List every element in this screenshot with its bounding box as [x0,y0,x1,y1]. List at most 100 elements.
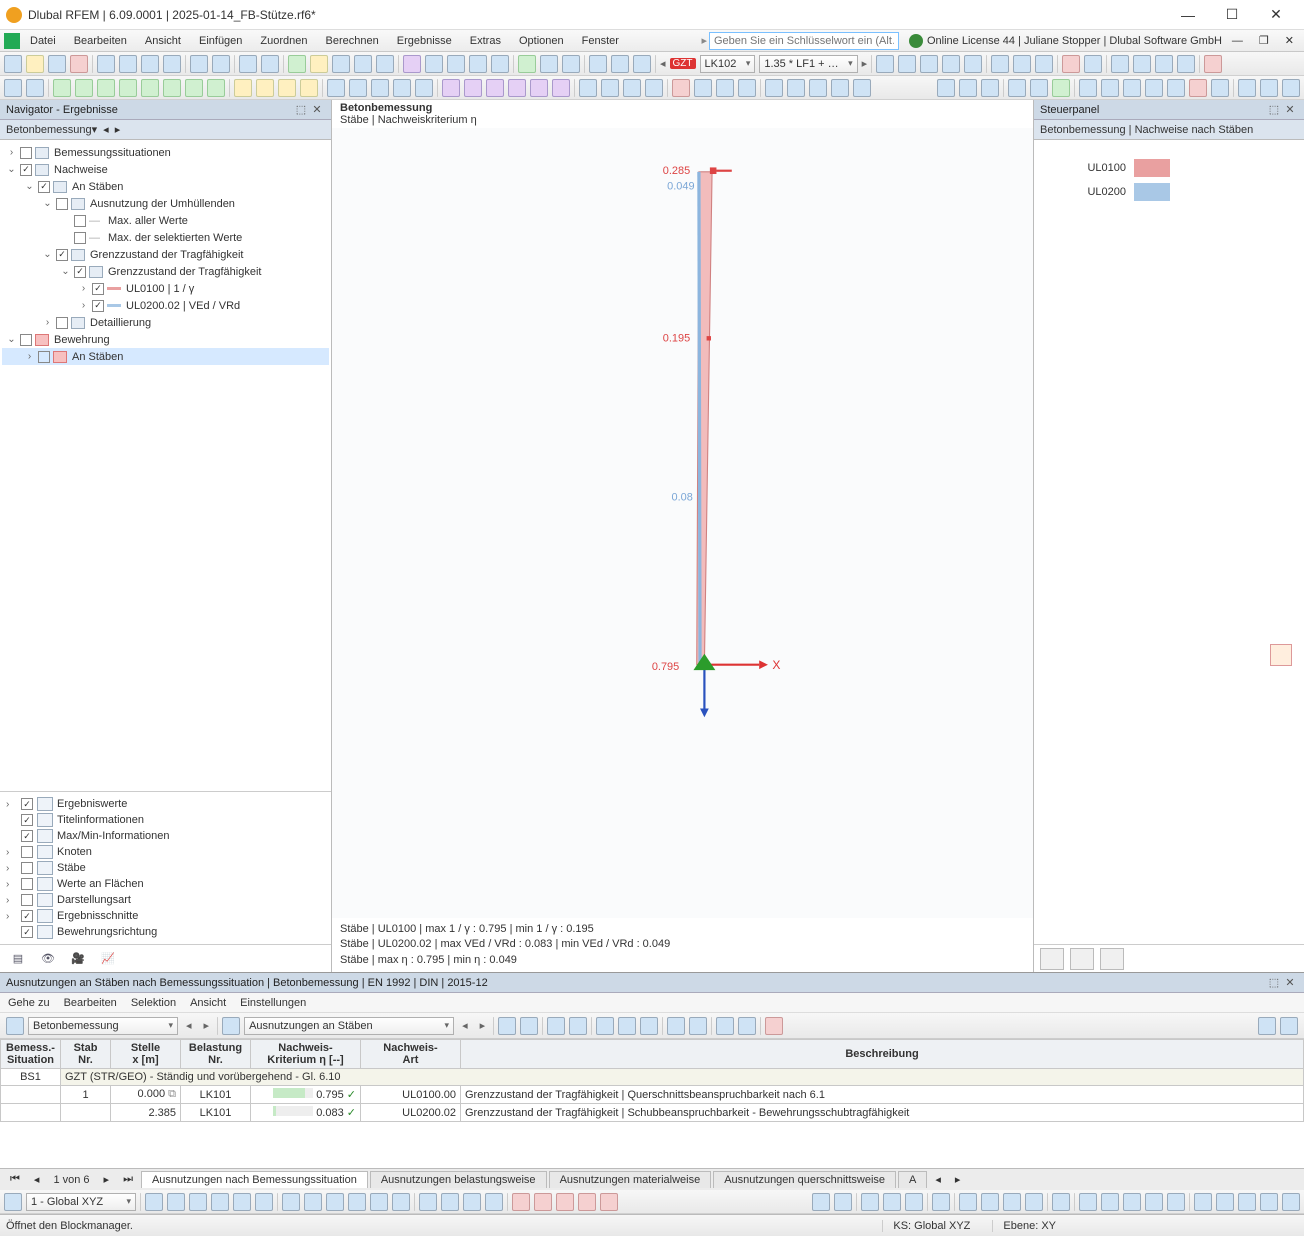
br-19[interactable] [1238,1193,1256,1211]
tool-j[interactable] [376,55,394,73]
tool-save[interactable] [48,55,66,73]
tt-e[interactable] [596,1017,614,1035]
clipboard-icon[interactable] [1270,644,1292,666]
option-label[interactable]: Darstellungsart [57,894,131,906]
t2-d[interactable] [75,79,93,97]
t2-r5[interactable] [1030,79,1048,97]
th-situation[interactable]: Bemess.-Situation [1,1040,61,1069]
tt-prev[interactable]: ◂ [182,1019,196,1032]
t2-ak[interactable] [831,79,849,97]
tree-item[interactable]: UL0200.02 | VEd / VRd [124,300,240,312]
br-11[interactable] [1052,1193,1070,1211]
br-7[interactable] [959,1193,977,1211]
tool-u9[interactable] [1062,55,1080,73]
checkbox[interactable] [38,351,50,363]
tool-p[interactable] [540,55,558,73]
t2-r14[interactable] [1238,79,1256,97]
br-18[interactable] [1216,1193,1234,1211]
tm-gehezu[interactable]: Gehe zu [8,997,50,1009]
br-2[interactable] [834,1193,852,1211]
t2-r11[interactable] [1167,79,1185,97]
tm-einstellungen[interactable]: Einstellungen [240,997,306,1009]
tab-situation[interactable]: Ausnutzungen nach Bemessungssituation [141,1171,368,1188]
t2-k[interactable] [234,79,252,97]
t2-ag[interactable] [738,79,756,97]
tool-t[interactable] [633,55,651,73]
bt-18[interactable] [534,1193,552,1211]
results-table[interactable]: Bemess.-Situation StabNr. Stellex [m] Be… [0,1039,1304,1168]
tt-icon2[interactable] [222,1017,240,1035]
tool-s[interactable] [611,55,629,73]
tt-k[interactable] [738,1017,756,1035]
tool-u5[interactable] [964,55,982,73]
t2-ah[interactable] [765,79,783,97]
t2-r10[interactable] [1145,79,1163,97]
tt-d[interactable] [569,1017,587,1035]
option-label[interactable]: Werte an Flächen [57,878,144,890]
checkbox[interactable] [56,198,68,210]
collapse-icon[interactable]: ⌄ [60,266,71,277]
tm-selektion[interactable]: Selektion [131,997,176,1009]
nav-tab-chart-icon[interactable]: 📈 [98,950,118,968]
tool-g[interactable] [310,55,328,73]
t2-aa[interactable] [601,79,619,97]
bt-11[interactable] [370,1193,388,1211]
th-art[interactable]: Nachweis-Art [361,1040,461,1069]
tool-calc[interactable] [518,55,536,73]
checkbox[interactable] [74,266,86,278]
t2-r2[interactable] [959,79,977,97]
tool-u8[interactable] [1035,55,1053,73]
br-8[interactable] [981,1193,999,1211]
tool-f[interactable] [288,55,306,73]
tool-print[interactable] [163,55,181,73]
bt-15[interactable] [463,1193,481,1211]
collapse-icon[interactable]: ⌄ [24,181,35,192]
close-button[interactable]: ✕ [1254,1,1298,29]
t2-m[interactable] [278,79,296,97]
tool-open[interactable] [26,55,44,73]
checkbox[interactable] [21,830,33,842]
tool-n[interactable] [469,55,487,73]
panel-close-button[interactable]: ✕ [309,103,325,116]
panel-pin-button[interactable]: ⬚ [293,103,309,116]
model-canvas[interactable]: X Z 0.285 0.049 0.195 0.08 0.795 [332,128,1033,918]
t2-j[interactable] [207,79,225,97]
br-3[interactable] [861,1193,879,1211]
checkbox[interactable] [20,164,32,176]
t2-ad[interactable] [672,79,690,97]
tree-item-selected[interactable]: An Stäben [70,351,123,363]
bt-6[interactable] [255,1193,273,1211]
tool-u15[interactable] [1204,55,1222,73]
bt-10[interactable] [348,1193,366,1211]
checkbox[interactable] [38,181,50,193]
t2-n[interactable] [300,79,318,97]
nav-prev-button[interactable]: ◂ [97,123,115,136]
tm-ansicht[interactable]: Ansicht [190,997,226,1009]
t2-x[interactable] [530,79,548,97]
option-label[interactable]: Bewehrungsrichtung [57,926,157,938]
last-page-button[interactable]: ⏭ [117,1173,139,1186]
t2-ae[interactable] [694,79,712,97]
minimize-button[interactable]: — [1166,1,1210,29]
panel-close-button[interactable]: ✕ [1282,103,1298,116]
tool-c[interactable] [141,55,159,73]
tab-materialweise[interactable]: Ausnutzungen materialweise [549,1171,712,1188]
tool-m[interactable] [447,55,465,73]
t2-r6[interactable] [1052,79,1070,97]
br-17[interactable] [1194,1193,1212,1211]
t2-af[interactable] [716,79,734,97]
tool-u4[interactable] [942,55,960,73]
tree-item[interactable]: Nachweise [52,164,108,176]
checkbox[interactable] [56,317,68,329]
table-row[interactable]: 2.385 LK101 0.083 ✓ UL0200.02 Grenzzusta… [1,1104,1304,1122]
tool-u7[interactable] [1013,55,1031,73]
bt-17[interactable] [512,1193,530,1211]
expand-icon[interactable]: › [78,283,89,294]
tool-h[interactable] [332,55,350,73]
br-9[interactable] [1003,1193,1021,1211]
br-5[interactable] [905,1193,923,1211]
bt-20[interactable] [578,1193,596,1211]
t2-w[interactable] [508,79,526,97]
panel-close-button[interactable]: ✕ [1282,976,1298,989]
tree-item[interactable]: Bemessungssituationen [52,147,171,159]
